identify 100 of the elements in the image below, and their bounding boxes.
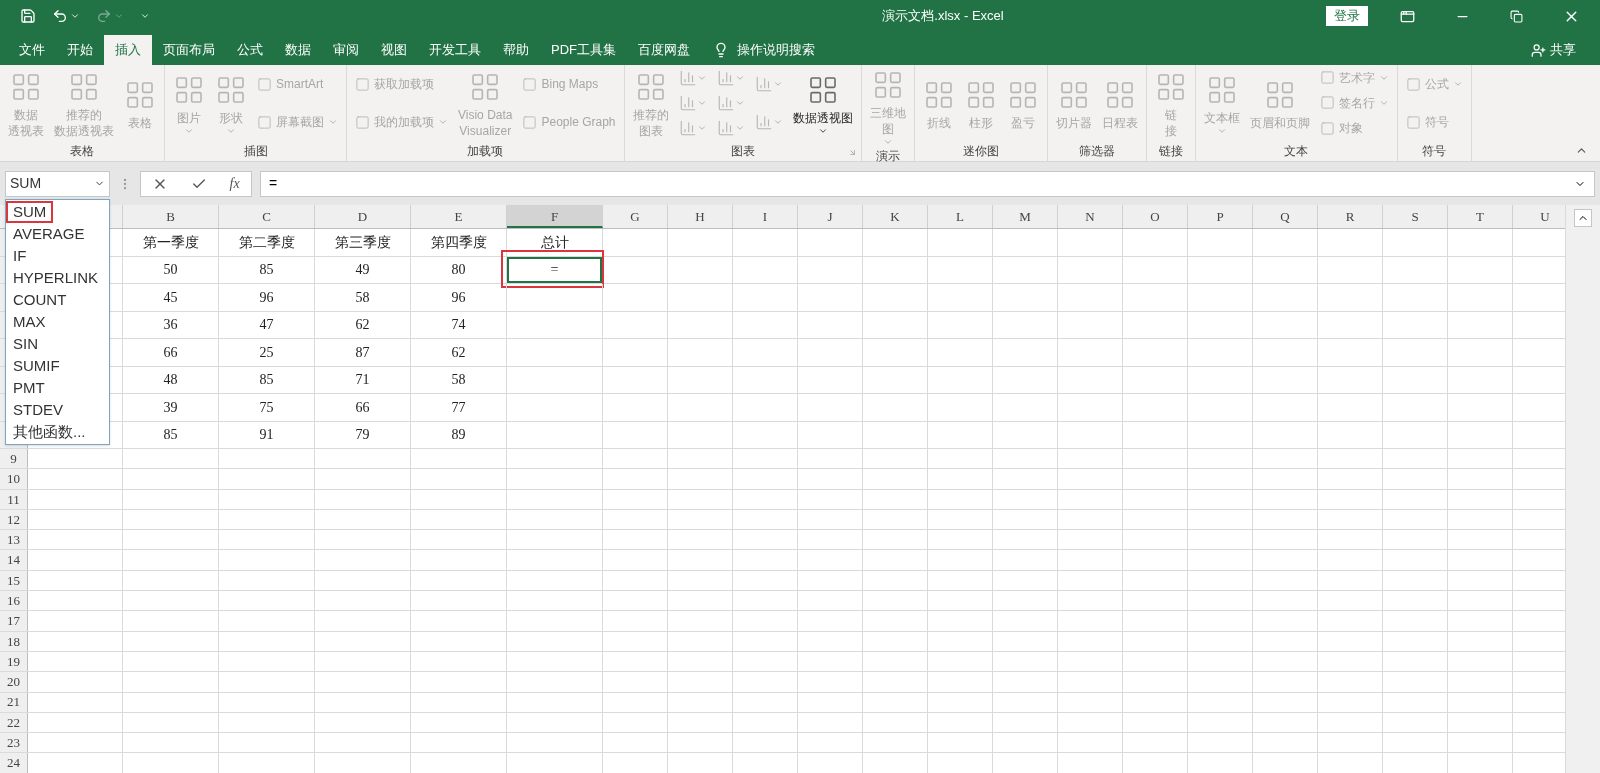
table-cell[interactable]: 50 [123, 256, 218, 283]
column-header[interactable]: B [123, 205, 219, 228]
table-cell[interactable]: 第四季度 [411, 229, 506, 256]
menu-tab[interactable]: 百度网盘 [627, 35, 701, 65]
row-header[interactable]: 12 [0, 509, 28, 530]
table-cell[interactable]: 66 [123, 339, 218, 366]
column-header[interactable]: M [993, 205, 1058, 228]
table-cell[interactable]: 62 [411, 339, 506, 366]
menu-tab[interactable]: PDF工具集 [540, 35, 627, 65]
function-option[interactable]: 其他函数... [6, 421, 93, 443]
row-header[interactable]: 15 [0, 570, 28, 591]
table-cell[interactable]: 39 [123, 394, 218, 421]
table-cell[interactable]: 48 [123, 366, 218, 393]
save-icon[interactable] [20, 8, 36, 24]
undo-icon[interactable] [52, 8, 68, 24]
column-header[interactable]: L [928, 205, 993, 228]
table-cell[interactable]: 74 [411, 311, 506, 338]
column-header[interactable]: N [1058, 205, 1123, 228]
table-cell[interactable]: 71 [315, 366, 410, 393]
restore-icon[interactable] [1510, 9, 1523, 23]
table-cell[interactable]: 第三季度 [315, 229, 410, 256]
table-cell[interactable]: 85 [123, 421, 218, 448]
table-cell[interactable]: 总计 [507, 229, 602, 256]
column-header[interactable]: H [668, 205, 733, 228]
menu-tab[interactable]: 插入 [104, 35, 152, 65]
table-cell[interactable]: 36 [123, 311, 218, 338]
table-cell[interactable]: 25 [219, 339, 314, 366]
column-header[interactable]: C [219, 205, 315, 228]
table-cell[interactable]: 89 [411, 421, 506, 448]
table-cell[interactable]: 91 [219, 421, 314, 448]
table-cell[interactable]: 45 [123, 284, 218, 311]
table-cell[interactable]: 47 [219, 311, 314, 338]
column-header[interactable]: F [507, 205, 603, 228]
menu-tab[interactable]: 页面布局 [152, 35, 226, 65]
menu-tab[interactable]: 文件 [8, 35, 56, 65]
table-cell[interactable]: 62 [315, 311, 410, 338]
redo-icon[interactable] [96, 8, 112, 24]
menu-tab[interactable]: 开始 [56, 35, 104, 65]
login-button[interactable]: 登录 [1326, 6, 1368, 26]
function-option[interactable]: IF [6, 245, 34, 267]
menu-tab[interactable]: 视图 [370, 35, 418, 65]
table-cell[interactable]: 58 [315, 284, 410, 311]
caret-icon[interactable] [114, 11, 124, 21]
menu-tab[interactable]: 数据 [274, 35, 322, 65]
row-header[interactable]: 23 [0, 733, 28, 753]
column-header[interactable]: S [1383, 205, 1448, 228]
function-option[interactable]: SUMIF [6, 355, 67, 377]
row-header[interactable]: 13 [0, 530, 28, 550]
column-header[interactable]: T [1448, 205, 1513, 228]
column-header[interactable]: D [315, 205, 411, 228]
tell-me-field[interactable]: 操作说明搜索 [737, 40, 815, 60]
table-cell[interactable]: 66 [315, 394, 410, 421]
row-header[interactable]: 9 [0, 449, 28, 469]
function-option[interactable]: PMT [6, 377, 52, 399]
insert-function-button[interactable]: fx [229, 173, 240, 194]
menu-tab[interactable]: 开发工具 [418, 35, 492, 65]
column-header[interactable]: I [733, 205, 798, 228]
table-cell[interactable]: 49 [315, 256, 410, 283]
row-header[interactable]: 17 [0, 611, 28, 631]
vertical-scrollbar[interactable] [1565, 205, 1600, 773]
row-header[interactable]: 10 [0, 469, 28, 489]
menu-tab[interactable]: 审阅 [322, 35, 370, 65]
column-header[interactable]: G [603, 205, 668, 228]
share-button[interactable]: 共享 [1531, 35, 1576, 65]
row-header[interactable]: 11 [0, 489, 28, 509]
function-option[interactable]: COUNT [6, 289, 74, 311]
table-cell[interactable]: 87 [315, 339, 410, 366]
column-header[interactable]: Q [1253, 205, 1318, 228]
column-header[interactable]: O [1123, 205, 1188, 228]
table-cell[interactable]: 96 [219, 284, 314, 311]
row-header[interactable]: 14 [0, 550, 28, 570]
table-cell[interactable]: 58 [411, 366, 506, 393]
function-option[interactable]: AVERAGE [6, 223, 92, 245]
column-header[interactable]: K [863, 205, 928, 228]
row-header[interactable]: 18 [0, 631, 28, 651]
column-header[interactable]: R [1318, 205, 1383, 228]
table-cell[interactable]: 85 [219, 366, 314, 393]
function-option[interactable]: STDEV [6, 399, 70, 421]
table-cell[interactable]: 80 [411, 256, 506, 283]
table-cell[interactable]: 96 [411, 284, 506, 311]
dialog-launcher-icon[interactable] [847, 148, 857, 157]
formula-field[interactable]: = [260, 170, 1595, 197]
column-header[interactable]: J [798, 205, 863, 228]
customize-icon[interactable] [140, 11, 150, 21]
function-option[interactable]: HYPERLINK [6, 267, 106, 289]
table-cell[interactable]: 85 [219, 256, 314, 283]
name-box[interactable]: SUM [5, 170, 110, 197]
row-header[interactable]: 22 [0, 712, 28, 733]
row-header[interactable]: 19 [0, 651, 28, 672]
row-header[interactable]: 24 [0, 753, 28, 773]
function-option[interactable]: MAX [6, 311, 53, 333]
column-header[interactable]: P [1188, 205, 1253, 228]
table-cell[interactable]: 第一季度 [123, 229, 218, 256]
ribbon-display-icon[interactable] [1400, 8, 1415, 24]
caret-icon[interactable] [70, 11, 80, 21]
function-option[interactable]: SIN [6, 333, 45, 355]
table-cell[interactable]: 77 [411, 394, 506, 421]
ribbon-button[interactable]: 数据透视图 [788, 70, 857, 136]
table-cell[interactable]: 75 [219, 394, 314, 421]
row-header[interactable]: 16 [0, 591, 28, 611]
